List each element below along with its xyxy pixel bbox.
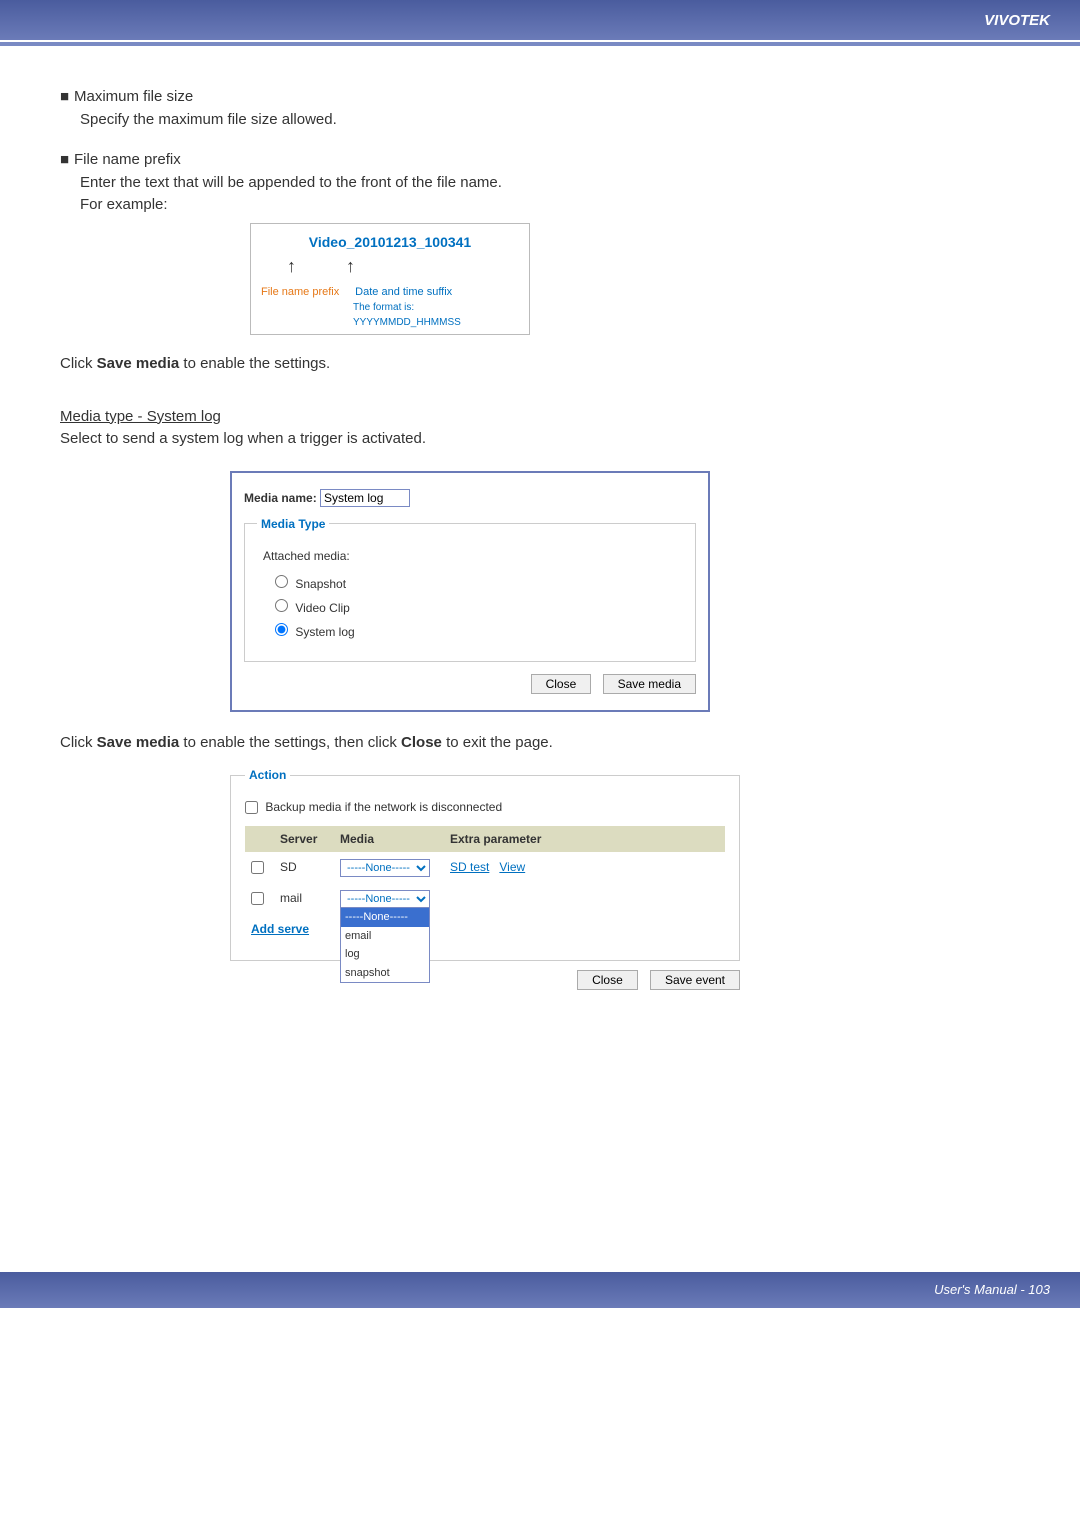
add-server-link[interactable]: Add serve [251, 922, 309, 936]
radio-snapshot-label: Snapshot [295, 577, 346, 591]
media-close-button[interactable]: Close [531, 674, 592, 694]
max-size-desc: Specify the maximum file size allowed. [80, 111, 337, 128]
brand-text: VIVOTEK [984, 12, 1050, 29]
filename-example-box: Video_20101213_100341 ↑↑ File name prefi… [250, 223, 530, 336]
mail-checkbox[interactable] [251, 892, 264, 905]
footer-text: User's Manual - 103 [934, 1282, 1050, 1297]
mail-media-select[interactable]: -----None----- [340, 890, 430, 908]
radio-snapshot[interactable] [275, 575, 288, 588]
media-type-fieldset: Media Type Attached media: Snapshot Vide… [244, 515, 696, 662]
action-legend: Action [245, 766, 290, 784]
syslog-desc: Select to send a system log when a trigg… [60, 428, 1020, 451]
th-server: Server [274, 826, 334, 852]
bullet-max-file-size: ■Maximum file size Specify the maximum f… [60, 86, 1020, 131]
sd-checkbox[interactable] [251, 861, 264, 874]
dropdown-option[interactable]: log [341, 945, 429, 964]
bullet-file-name-prefix: ■File name prefix Enter the text that wi… [60, 149, 1020, 335]
header-bar: VIVOTEK [0, 0, 1080, 40]
backup-checkbox[interactable] [245, 801, 258, 814]
radio-video-clip-label: Video Clip [295, 601, 349, 615]
save-close-instruction: Click Save media to enable the settings,… [60, 732, 1020, 755]
event-button-row: Close Save event [230, 969, 740, 992]
action-fieldset: Action Backup media if the network is di… [230, 766, 740, 961]
save-media-instruction-1: Click Save media to enable the settings. [60, 353, 1020, 376]
table-row-sd: SD -----None----- SD test View [245, 852, 725, 883]
table-row-addserver: Add serve dia ▼ [245, 914, 725, 944]
prefix-desc: Enter the text that will be appended to … [80, 174, 502, 191]
attached-media-label: Attached media: [263, 547, 683, 565]
backup-label: Backup media if the network is disconnec… [265, 800, 502, 814]
suffix-format: The format is: YYYYMMDD_HHMMSS [353, 300, 519, 330]
event-close-button[interactable]: Close [577, 970, 638, 990]
th-extra: Extra parameter [444, 826, 725, 852]
event-save-button[interactable]: Save event [650, 970, 740, 990]
media-name-input[interactable] [320, 489, 410, 507]
arrow-icons: ↑↑ [261, 253, 519, 280]
sd-view-link[interactable]: View [499, 860, 525, 874]
max-size-title: Maximum file size [74, 88, 193, 105]
media-type-legend: Media Type [257, 515, 329, 533]
prefix-caption: File name prefix [261, 284, 351, 301]
table-row-mail: mail -----None----- -----None----- email… [245, 883, 725, 914]
media-save-button[interactable]: Save media [603, 674, 696, 694]
media-name-label: Media name: [244, 491, 317, 505]
example-filename: Video_20101213_100341 [261, 232, 519, 253]
radio-system-log-label: System log [295, 625, 354, 639]
action-table: Server Media Extra parameter SD -----Non… [245, 826, 725, 944]
th-media: Media [334, 826, 444, 852]
sd-label: SD [274, 852, 334, 883]
media-dialog: Media name: Media Type Attached media: S… [230, 471, 710, 712]
sd-media-select[interactable]: -----None----- [340, 859, 430, 877]
table-header-row: Server Media Extra parameter [245, 826, 725, 852]
prefix-title: File name prefix [74, 151, 181, 168]
dropdown-option[interactable]: email [341, 927, 429, 946]
mail-media-dropdown-open[interactable]: -----None----- email log snapshot [340, 907, 430, 983]
radio-system-log[interactable] [275, 623, 288, 636]
suffix-caption: Date and time suffix [355, 284, 452, 301]
radio-video-clip[interactable] [275, 599, 288, 612]
sd-test-link[interactable]: SD test [450, 860, 489, 874]
dropdown-option[interactable]: snapshot [341, 964, 429, 983]
dropdown-option[interactable]: -----None----- [341, 908, 429, 927]
page-content: ■Maximum file size Specify the maximum f… [0, 46, 1080, 1012]
for-example-label: For example: [80, 196, 168, 213]
mail-label: mail [274, 883, 334, 914]
footer-bar: User's Manual - 103 [0, 1272, 1080, 1308]
syslog-heading: Media type - System log [60, 406, 1020, 429]
